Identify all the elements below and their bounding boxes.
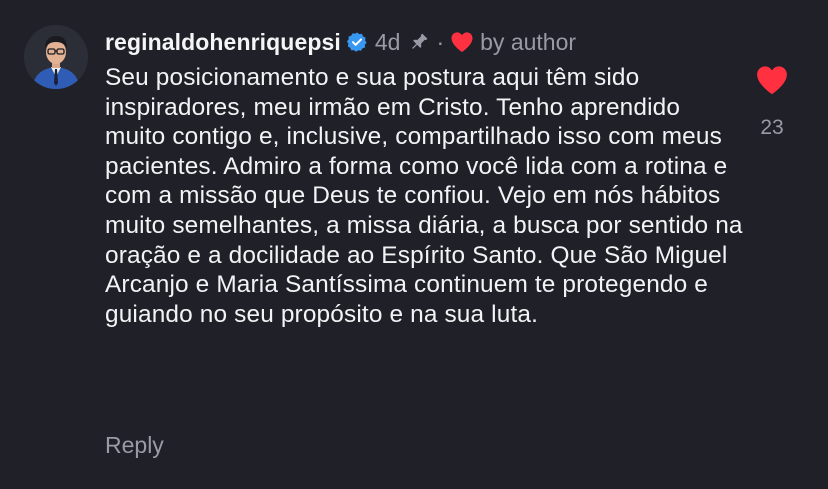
- username[interactable]: reginaldohenriquepsi: [105, 29, 341, 56]
- heart-icon: [450, 31, 474, 53]
- meta-separator: ·: [436, 28, 445, 55]
- like-column: 23: [740, 60, 804, 140]
- comment: reginaldohenriquepsi 4d · by author Seu …: [0, 0, 828, 489]
- verified-badge-icon: [346, 31, 368, 53]
- reply-button[interactable]: Reply: [105, 432, 164, 459]
- avatar-image: [24, 25, 88, 89]
- avatar[interactable]: [24, 25, 88, 89]
- like-count: 23: [760, 116, 784, 139]
- comment-meta: reginaldohenriquepsi 4d · by author: [105, 28, 576, 56]
- like-button[interactable]: [755, 64, 789, 96]
- comment-timestamp: 4d: [374, 28, 401, 55]
- liked-by-author-label: by author: [480, 28, 577, 55]
- comment-text: Seu posicionamento e sua postura aqui tê…: [105, 64, 743, 328]
- heart-icon: [757, 66, 787, 95]
- pin-icon: [408, 31, 430, 53]
